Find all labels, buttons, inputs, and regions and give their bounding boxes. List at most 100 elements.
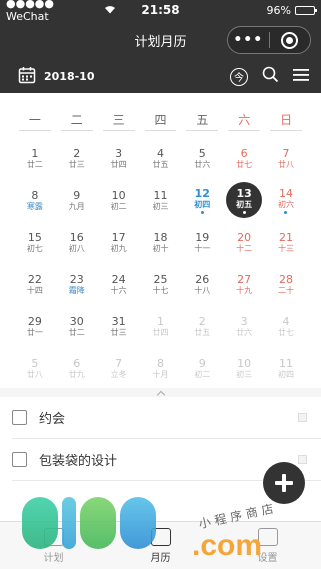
lunar-date: 廿八 xyxy=(277,159,294,169)
calendar-day[interactable]: 3 廿四 xyxy=(98,137,140,179)
day-number: 1 xyxy=(156,314,164,328)
lunar-date: 廿五 xyxy=(194,327,211,337)
close-miniprogram-button[interactable] xyxy=(270,27,311,53)
calendar-day[interactable]: 26 十八 xyxy=(181,263,223,305)
day-number: 2 xyxy=(73,146,81,160)
day-number: 30 xyxy=(69,314,84,328)
day-number: 29 xyxy=(27,314,42,328)
calendar-day[interactable]: 21 十三 xyxy=(265,221,307,263)
calendar-day[interactable]: 11 初三 xyxy=(140,179,182,221)
todo-list: 约会 包装袋的设计 xyxy=(0,397,321,525)
calendar-day[interactable]: 8 十月 xyxy=(140,347,182,389)
calendar-day[interactable]: 22 十四 xyxy=(14,263,56,305)
weekday-header: 一二三四五六日 xyxy=(0,93,321,135)
calendar-day[interactable]: 19 十一 xyxy=(181,221,223,263)
calendar-day[interactable]: 7 立冬 xyxy=(98,347,140,389)
event-dot xyxy=(200,210,204,214)
calendar-day[interactable]: 9 初二 xyxy=(181,347,223,389)
calendar-day[interactable]: 20 十二 xyxy=(223,221,265,263)
tab-label: 设置 xyxy=(257,552,278,564)
day-number: 10 xyxy=(111,188,126,202)
add-plan-button[interactable] xyxy=(263,462,305,504)
tab-settings[interactable]: 设置 xyxy=(214,522,321,569)
day-number: 15 xyxy=(27,230,42,244)
calendar-day[interactable]: 9 九月 xyxy=(56,179,98,221)
lunar-date: 廿三 xyxy=(68,159,85,169)
lunar-date: 十七 xyxy=(152,285,169,295)
calendar-day[interactable]: 24 十六 xyxy=(98,263,140,305)
calendar-day[interactable]: 11 初四 xyxy=(265,347,307,389)
calendar-day[interactable]: 31 廿三 xyxy=(98,305,140,347)
calendar-day[interactable]: 28 二十 xyxy=(265,263,307,305)
calendar-day[interactable]: 7 廿八 xyxy=(265,137,307,179)
calendar-day[interactable]: 30 廿二 xyxy=(56,305,98,347)
weekday-label: 一 xyxy=(19,111,51,131)
lunar-date: 初十 xyxy=(152,243,169,253)
calendar-day[interactable]: 4 廿七 xyxy=(265,305,307,347)
todo-title: 约会 xyxy=(39,412,66,427)
today-button[interactable]: 今 xyxy=(230,67,248,86)
calendar-day[interactable]: 10 初三 xyxy=(223,347,265,389)
calendar-icon xyxy=(18,66,36,88)
lunar-date: 二十 xyxy=(277,285,294,295)
nav-bar: 计划月历 ••• xyxy=(0,20,321,60)
battery-icon xyxy=(294,5,317,15)
calendar-day[interactable]: 12 初四 xyxy=(181,179,223,221)
weekday-label: 日 xyxy=(270,111,303,131)
calendar-day[interactable]: 10 初二 xyxy=(98,179,140,221)
calendar-day[interactable]: 5 廿六 xyxy=(181,137,223,179)
lunar-date: 廿六 xyxy=(236,327,253,337)
menu-icon[interactable] xyxy=(293,67,309,86)
calendar-day[interactable]: 5 廿八 xyxy=(14,347,56,389)
day-number: 12 xyxy=(194,186,210,200)
collapse-calendar-handle[interactable] xyxy=(0,388,321,399)
lunar-date: 寒露 xyxy=(26,201,43,211)
calendar-day[interactable]: 13 初五 xyxy=(223,179,265,221)
calendar-day[interactable]: 1 廿四 xyxy=(140,305,182,347)
lunar-date: 廿八 xyxy=(26,369,43,379)
day-number: 8 xyxy=(31,188,39,202)
calendar-day[interactable]: 2 廿三 xyxy=(56,137,98,179)
calendar-day[interactable]: 18 初十 xyxy=(140,221,182,263)
calendar-icon xyxy=(150,527,171,546)
tab-calendar[interactable]: 月历 xyxy=(107,522,214,569)
calendar-day[interactable]: 8 寒露 xyxy=(14,179,56,221)
tab-label: 月历 xyxy=(150,552,171,564)
lunar-date: 十二 xyxy=(236,243,253,253)
calendar-day[interactable]: 4 廿五 xyxy=(140,137,182,179)
tab-plan[interactable]: 计划 xyxy=(0,522,107,569)
calendar-day[interactable]: 16 初八 xyxy=(56,221,98,263)
more-button[interactable]: ••• xyxy=(228,27,269,53)
lunar-date: 十六 xyxy=(110,285,127,295)
calendar-day[interactable]: 25 十七 xyxy=(140,263,182,305)
day-number: 26 xyxy=(195,272,210,286)
calendar-day[interactable]: 14 初六 xyxy=(265,179,307,221)
day-number: 2 xyxy=(198,314,206,328)
calendar-day[interactable]: 29 廿一 xyxy=(14,305,56,347)
calendar-day[interactable]: 1 廿二 xyxy=(14,137,56,179)
calendar-day[interactable]: 15 初七 xyxy=(14,221,56,263)
event-dot xyxy=(242,210,246,214)
month-picker[interactable]: 2018-10 xyxy=(18,66,95,88)
day-number: 4 xyxy=(156,146,164,160)
calendar-day[interactable]: 17 初九 xyxy=(98,221,140,263)
calendar-day[interactable]: 23 霜降 xyxy=(56,263,98,305)
todo-flag-icon xyxy=(298,413,307,422)
day-number: 9 xyxy=(198,356,206,370)
day-number: 16 xyxy=(69,230,84,244)
calendar-day[interactable]: 27 十九 xyxy=(223,263,265,305)
search-icon[interactable] xyxy=(262,66,279,87)
todo-checkbox[interactable] xyxy=(12,410,27,425)
todo-item[interactable]: 约会 xyxy=(12,397,321,439)
lunar-date: 初八 xyxy=(68,243,85,253)
calendar-day[interactable]: 6 廿七 xyxy=(223,137,265,179)
lunar-date: 初五 xyxy=(236,199,253,209)
status-time: 21:58 xyxy=(141,3,180,17)
todo-checkbox[interactable] xyxy=(12,452,27,467)
wifi-icon xyxy=(104,4,116,17)
day-number: 10 xyxy=(237,356,252,370)
calendar-day[interactable]: 3 廿六 xyxy=(223,305,265,347)
lunar-date: 十三 xyxy=(277,243,294,253)
calendar-day[interactable]: 6 廿九 xyxy=(56,347,98,389)
calendar-day[interactable]: 2 廿五 xyxy=(181,305,223,347)
